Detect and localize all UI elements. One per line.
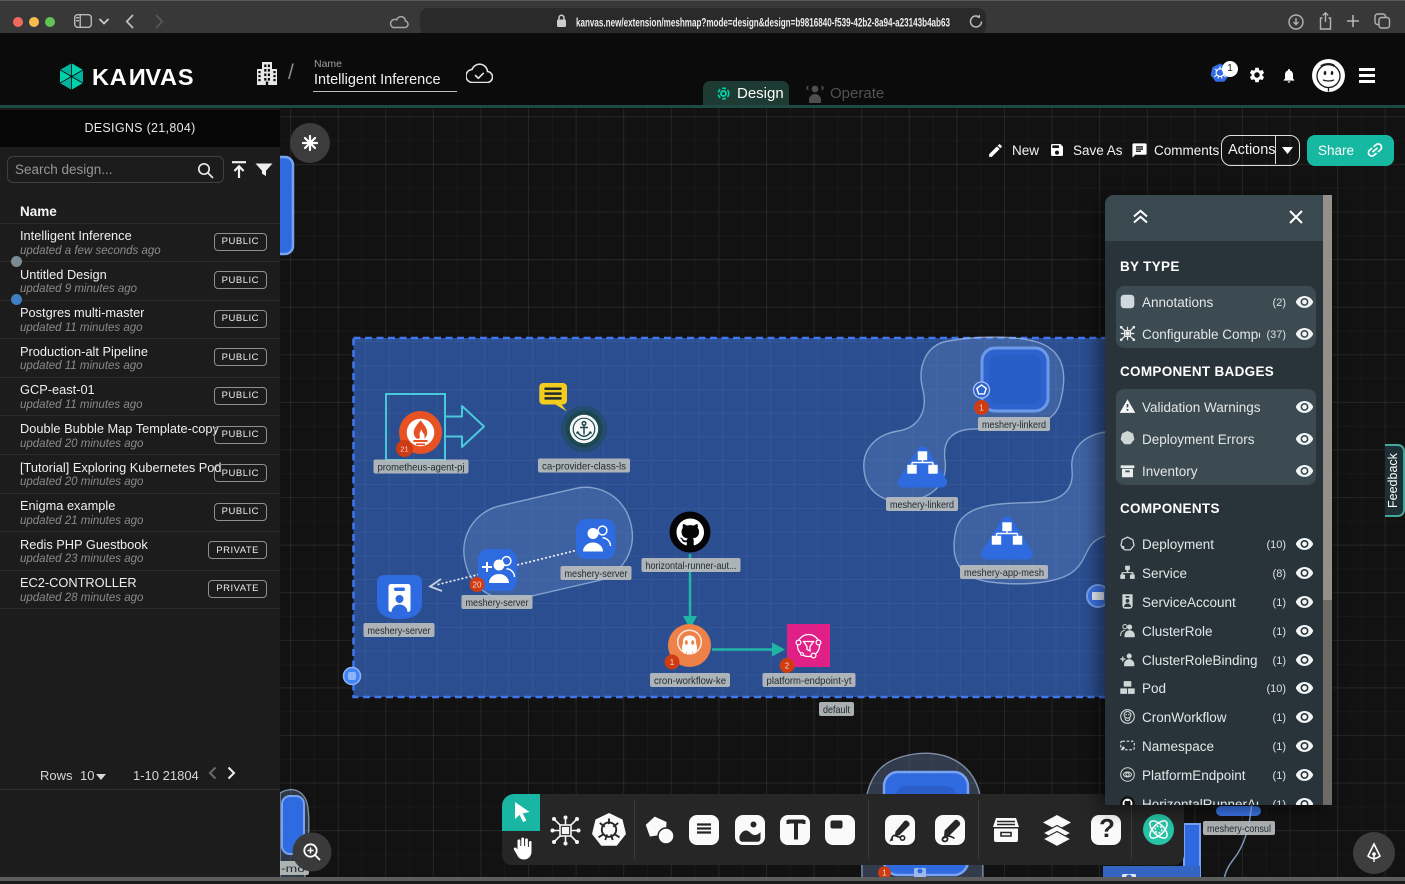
svg-text:kanvas.new/extension/meshmap?m: kanvas.new/extension/meshmap?mode=design… — [576, 16, 950, 30]
